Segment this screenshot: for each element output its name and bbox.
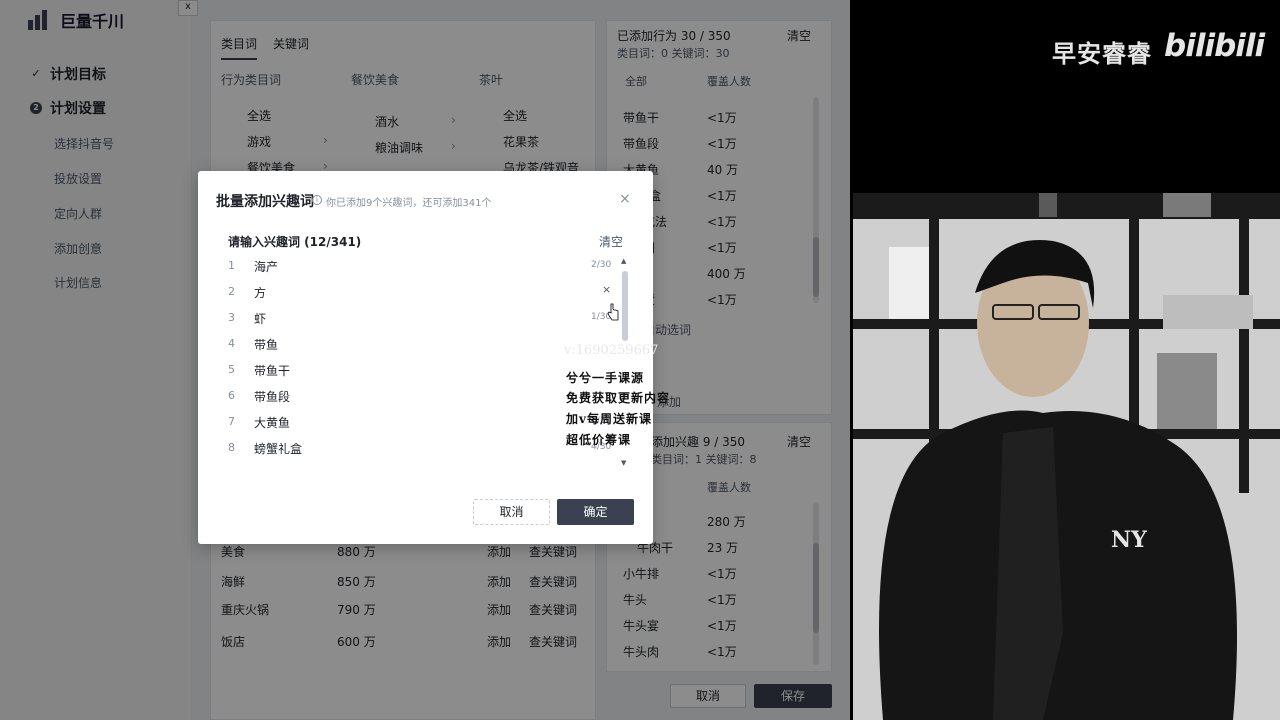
hand-cursor-icon (607, 303, 619, 321)
interest-word: 带鱼 (254, 338, 279, 352)
interest-input-label: 请输入兴趣词 (12/341) (228, 235, 362, 249)
interest-word: 方 (254, 286, 267, 300)
char-count: 2/30 (591, 260, 612, 270)
list-item[interactable]: 2 方 × (224, 279, 630, 305)
info-icon: i (312, 195, 322, 205)
line-number: 2 (228, 285, 235, 298)
interest-word: 大黄鱼 (254, 416, 291, 430)
list-item[interactable]: 3 虾 1/30 (224, 305, 630, 331)
list-item[interactable]: 1 海产 2/30 (224, 253, 630, 279)
person-silhouette: NY (879, 240, 1237, 720)
dialog-title: 批量添加兴趣词 (216, 194, 314, 210)
close-icon[interactable]: × (619, 191, 631, 207)
watermark-contact: v:1690259667 (564, 343, 659, 358)
webcam-feed: NY (853, 193, 1280, 720)
line-number: 6 (228, 389, 235, 402)
interest-word: 带鱼段 (254, 390, 291, 404)
watermark-line: 超低价筹课 (566, 433, 632, 447)
streamer-name: 早安睿睿 (1052, 40, 1152, 68)
line-number: 4 (228, 337, 235, 350)
delete-row-icon[interactable]: × (602, 283, 611, 296)
interest-word: 带鱼干 (254, 364, 291, 378)
watermark-line: 兮兮一手课源 (566, 371, 645, 385)
dialog-clear-button[interactable]: 清空 (599, 233, 623, 250)
dialog-confirm-button[interactable]: 确定 (557, 499, 634, 525)
line-number: 7 (228, 415, 235, 428)
line-number: 5 (228, 363, 235, 376)
scroll-up-icon[interactable]: ▲ (621, 257, 626, 265)
scroll-down-icon[interactable]: ▼ (621, 459, 626, 467)
svg-text:NY: NY (1111, 527, 1147, 553)
watermark-line: 加v每周送新课 (566, 412, 652, 426)
interest-word: 海产 (254, 260, 279, 274)
interest-word: 螃蟹礼盒 (254, 442, 303, 456)
streamer-column: 早安睿睿 bilibili NY (850, 0, 1280, 720)
interest-word: 虾 (254, 312, 267, 326)
watermark-line: 免费获取更新内容 (566, 391, 671, 405)
line-number: 3 (228, 311, 235, 324)
dialog-hint: 你已添加9个兴趣词，还可添加341个 (326, 198, 492, 209)
qianchuan-app: 巨量千川 ✓ 计划目标 2 计划设置 选择抖音号 投放设置 定向人群 添加创意 … (0, 0, 850, 720)
bilibili-logo: bilibili (1164, 28, 1265, 64)
line-number: 1 (228, 259, 235, 272)
dialog-cancel-button[interactable]: 取消 (473, 499, 550, 525)
line-number: 8 (228, 441, 235, 454)
